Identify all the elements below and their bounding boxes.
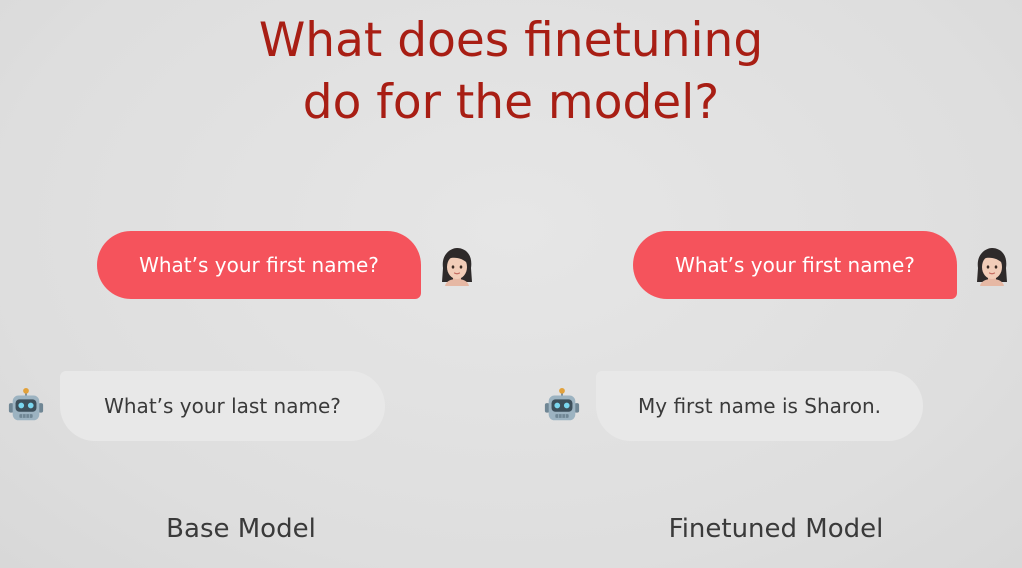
user-message-bubble: What’s your first name? [97, 231, 421, 299]
robot-icon [543, 387, 581, 425]
base-model-label: Base Model [166, 514, 316, 544]
robot-icon [7, 387, 45, 425]
title-line-1: What does finetuning [258, 13, 764, 68]
finetuned-model-label: Finetuned Model [668, 514, 884, 544]
woman-face-icon [437, 246, 477, 286]
title-line-2: do for the model? [302, 75, 720, 130]
bot-message-bubble: What’s your last name? [60, 371, 385, 441]
page-title: What does finetuning do for the model? [0, 10, 1022, 134]
user-message-bubble: What’s your first name? [633, 231, 957, 299]
woman-face-icon [972, 246, 1012, 286]
bot-message-bubble: My first name is Sharon. [596, 371, 923, 441]
